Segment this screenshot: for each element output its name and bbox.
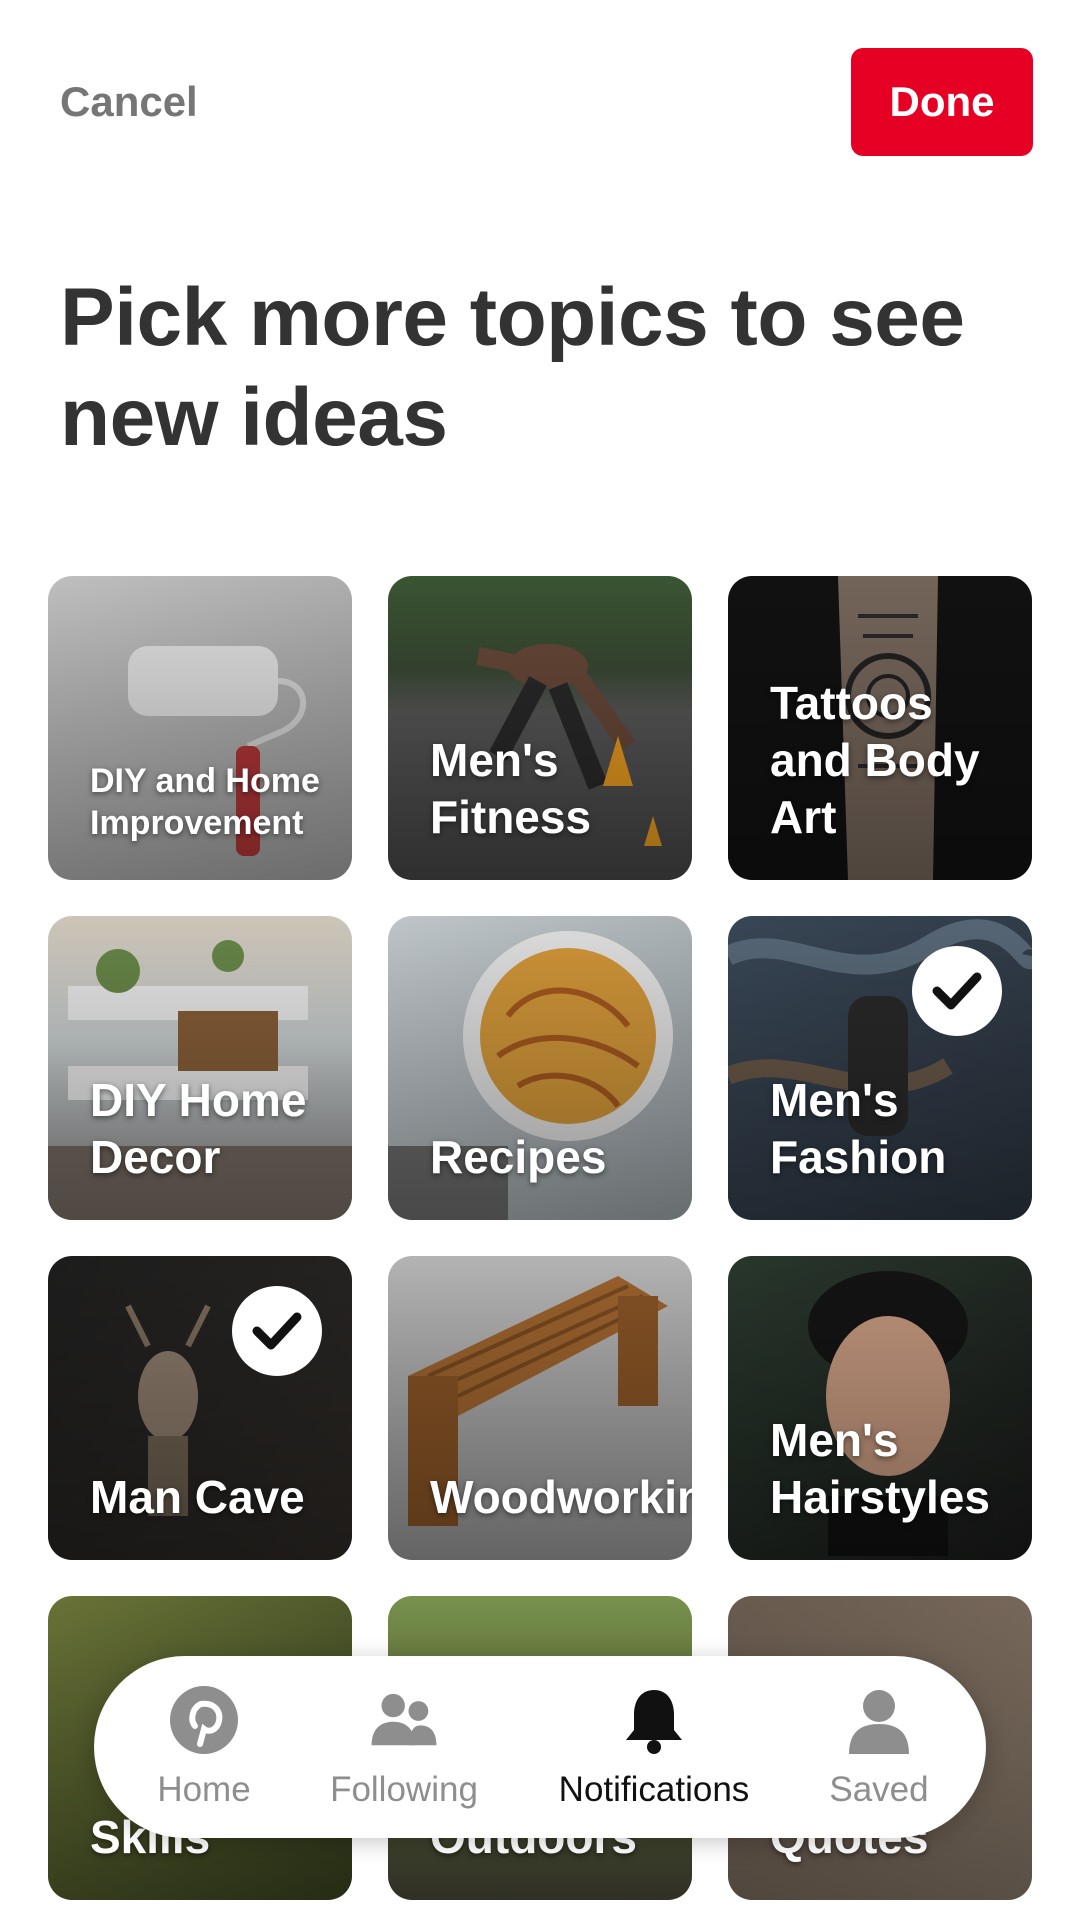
nav-label: Home [157,1770,251,1809]
topic-label: Man Cave [90,1471,305,1523]
topic-tile-woodworking[interactable]: Woodworking [388,1256,692,1560]
nav-saved[interactable]: Saved [814,1684,944,1810]
nav-label: Notifications [558,1770,750,1809]
nav-label: Saved [829,1770,929,1809]
people-icon [368,1684,440,1756]
cancel-button[interactable]: Cancel [60,78,198,126]
page-title: Pick more topics to see new ideas [60,272,965,463]
topic-label: DIY and Home Improvement [90,762,320,842]
topic-label: Men's Fitness [430,734,592,843]
topic-tile-mens-fitness[interactable]: Men's Fitness [388,576,692,880]
topic-label: Woodworking [430,1471,692,1523]
person-icon [843,1684,915,1756]
topic-tile-recipes[interactable]: Recipes [388,916,692,1220]
nav-home[interactable]: Home [139,1684,269,1810]
topic-label: Men's Fashion [770,1074,947,1183]
selected-check-icon [912,946,1002,1036]
topic-label: Men's Hairstyles [770,1414,990,1523]
selected-check-icon [232,1286,322,1376]
topic-label: DIY Home Decor [90,1074,307,1183]
nav-following[interactable]: Following [319,1684,489,1810]
topic-tile-mens-fashion[interactable]: Men's Fashion [728,916,1032,1220]
topic-tile-diy-home-decor[interactable]: DIY Home Decor [48,916,352,1220]
bell-icon [618,1684,690,1756]
nav-notifications[interactable]: Notifications [544,1684,764,1810]
topic-tile-mens-hairstyles[interactable]: Men's Hairstyles [728,1256,1032,1560]
done-button[interactable]: Done [851,48,1033,156]
nav-label: Following [330,1770,478,1809]
topic-tile-diy-home-improvement[interactable]: DIY and Home Improvement [48,576,352,880]
topic-label: Tattoos and Body Art [770,677,980,843]
topic-tile-tattoos[interactable]: Tattoos and Body Art [728,576,1032,880]
bottom-navigation: Home Following Notifications Saved [94,1656,986,1838]
topic-label: Recipes [430,1131,607,1183]
pinterest-logo-icon [168,1684,240,1756]
topic-tile-man-cave[interactable]: Man Cave [48,1256,352,1560]
